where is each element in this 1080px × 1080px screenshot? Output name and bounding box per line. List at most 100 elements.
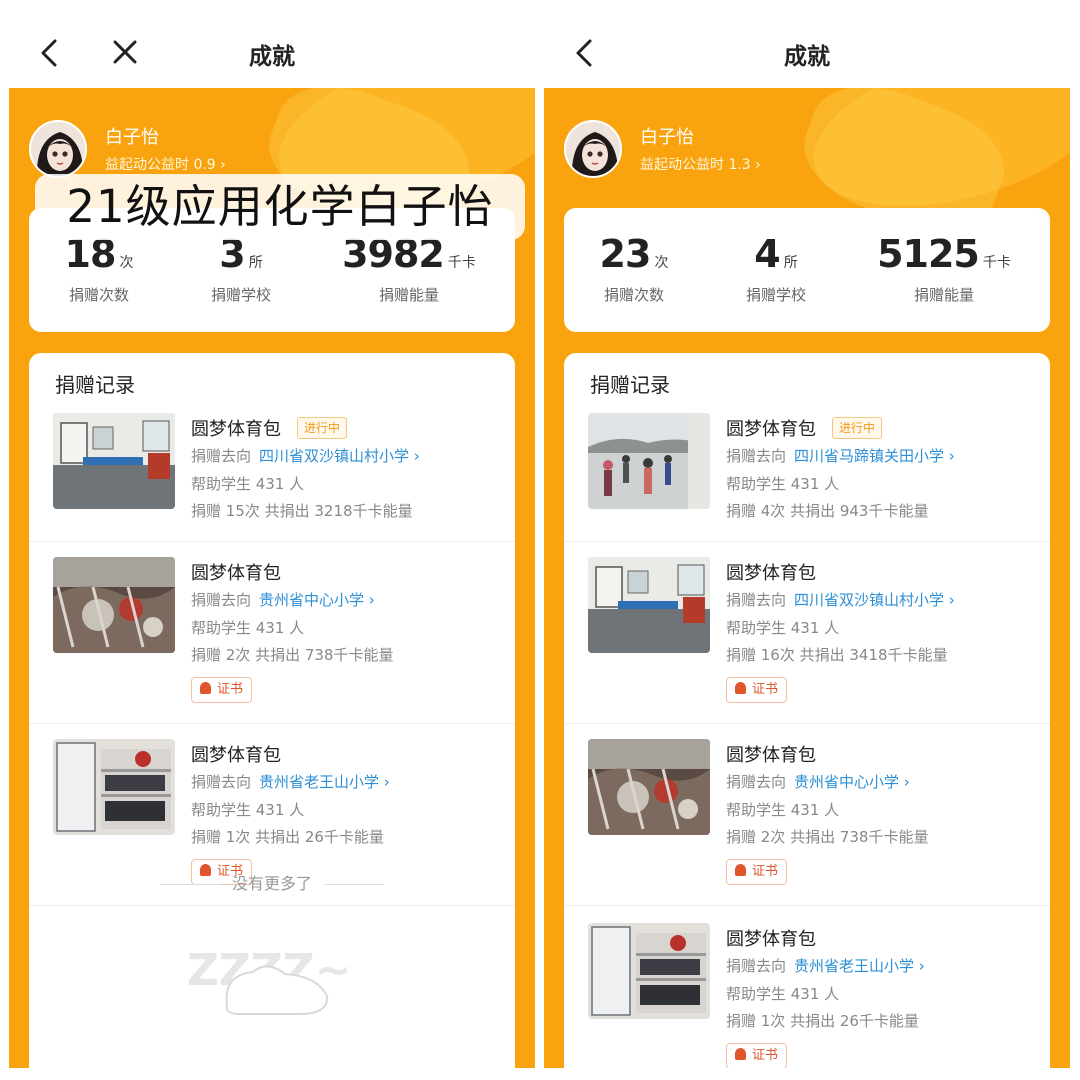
record-destination: 捐赠去向 贵州省老王山小学 › xyxy=(191,771,390,792)
destination-label: 捐赠去向 xyxy=(191,773,252,791)
stat-unit: 次 xyxy=(654,255,669,271)
record-summary: 捐赠 16次 共捐出 3418千卡能量 xyxy=(726,646,948,664)
public-hours-link[interactable]: 益起动公益时 0.9 › xyxy=(105,154,226,174)
right-screen: 成就 白子怡 益起动公益时 1.3 › 23 次 捐赠次数 4 所 捐赠学校 5… xyxy=(544,0,1070,1068)
record-name: 圆梦体育包 xyxy=(726,929,816,950)
record-destination: 捐赠去向 四川省马蹄镇关田小学 › xyxy=(726,445,955,466)
donation-records: 捐赠记录 xyxy=(564,353,1050,1068)
record-photo xyxy=(588,739,710,835)
divider xyxy=(29,905,515,906)
record-summary: 捐赠 1次 共捐出 26千卡能量 xyxy=(191,828,384,846)
certificate-button[interactable]: 证书 xyxy=(726,859,788,885)
record-summary: 捐赠 15次 共捐出 3218千卡能量 xyxy=(191,502,413,520)
school-link[interactable]: 四川省双沙镇山村小学 › xyxy=(794,591,955,609)
record-destination: 捐赠去向 贵州省中心小学 › xyxy=(191,589,375,610)
record-help: 帮助学生 431 人 xyxy=(191,801,305,819)
nav-bar: 成就 xyxy=(9,0,535,88)
destination-label: 捐赠去向 xyxy=(191,447,252,465)
destination-label: 捐赠去向 xyxy=(726,447,787,465)
divider xyxy=(564,541,1050,542)
record-summary: 捐赠 2次 共捐出 738千卡能量 xyxy=(191,646,394,664)
orange-header: 白子怡 益起动公益时 0.9 › 18 次 捐赠次数 3所 捐赠学校 3982 千卡… xyxy=(9,88,535,1068)
destination-label: 捐赠去向 xyxy=(191,591,252,609)
record-help: 帮助学生 431 人 xyxy=(726,985,840,1003)
user-name: 白子怡 xyxy=(105,127,159,148)
record-help: 帮助学生 431 人 xyxy=(191,619,305,637)
stat-unit: 千卡 xyxy=(447,255,476,271)
record-summary: 捐赠 1次 共捐出 26千卡能量 xyxy=(726,1012,919,1030)
avatar[interactable] xyxy=(29,120,87,178)
record-photo xyxy=(53,557,175,653)
school-link[interactable]: 贵州省老王山小学 › xyxy=(259,773,390,791)
certificate-label: 证书 xyxy=(752,682,779,697)
certificate-button[interactable]: 证书 xyxy=(191,677,253,703)
divider xyxy=(564,723,1050,724)
no-more-text: 没有更多了 xyxy=(231,874,312,893)
stat-donations: 18 次 捐赠次数 xyxy=(19,232,179,305)
record-photo xyxy=(588,413,710,509)
stat-label: 捐赠学校 xyxy=(745,286,806,304)
record-summary: 捐赠 4次 共捐出 943千卡能量 xyxy=(726,502,929,520)
ribbon-icon xyxy=(200,682,211,694)
status-badge: 进行中 xyxy=(832,417,883,439)
record-help: 帮助学生 431 人 xyxy=(726,801,840,819)
stat-value: 4 xyxy=(754,232,780,276)
public-hours-link[interactable]: 益起动公益时 1.3 › xyxy=(640,154,761,174)
status-badge: 进行中 xyxy=(297,417,348,439)
stat-unit: 次 xyxy=(119,255,134,271)
record-photo xyxy=(53,413,175,509)
stat-value: 23 xyxy=(599,232,652,276)
stat-donations: 23 次 捐赠次数 xyxy=(554,232,714,305)
sleeping-illustration: ZZZZ~ xyxy=(187,945,351,1015)
stat-label: 捐赠学校 xyxy=(210,286,271,304)
record-photo xyxy=(53,739,175,835)
divider xyxy=(29,723,515,724)
school-link[interactable]: 贵州省老王山小学 › xyxy=(794,957,925,975)
no-more-indicator: 没有更多了 xyxy=(9,870,535,894)
nav-bar: 成就 xyxy=(544,0,1070,88)
certificate-label: 证书 xyxy=(217,682,244,697)
record-destination: 捐赠去向 贵州省中心小学 › xyxy=(726,771,910,792)
school-link[interactable]: 贵州省中心小学 › xyxy=(259,591,375,609)
page-title: 成就 xyxy=(784,44,830,70)
record-name: 圆梦体育包 xyxy=(726,745,816,766)
certificate-label: 证书 xyxy=(752,1048,779,1063)
divider xyxy=(564,905,1050,906)
destination-label: 捐赠去向 xyxy=(726,957,787,975)
destination-label: 捐赠去向 xyxy=(726,591,787,609)
stat-schools: 3所 捐赠学校 xyxy=(161,232,321,305)
record-photo xyxy=(588,557,710,653)
page-title: 成就 xyxy=(249,44,295,70)
stat-label: 捐赠次数 xyxy=(603,286,664,304)
certificate-label: 证书 xyxy=(752,864,779,879)
record-help: 帮助学生 431 人 xyxy=(726,619,840,637)
record-destination: 捐赠去向 四川省双沙镇山村小学 › xyxy=(726,589,955,610)
record-destination: 捐赠去向 贵州省老王山小学 › xyxy=(726,955,925,976)
stat-schools: 4所 捐赠学校 xyxy=(696,232,856,305)
divider xyxy=(29,541,515,542)
records-title: 捐赠记录 xyxy=(55,373,135,397)
stat-unit: 所 xyxy=(248,255,263,271)
stat-energy: 3982 千卡 捐赠能量 xyxy=(329,232,489,305)
user-name: 白子怡 xyxy=(640,127,694,148)
ribbon-icon xyxy=(735,1048,746,1060)
stat-label: 捐赠能量 xyxy=(378,286,439,304)
stat-value: 5125 xyxy=(877,232,980,276)
record-photo xyxy=(588,923,710,1019)
left-screen: 成就 白子怡 益起动公益时 0.9 › 18 次 捐赠次数 3 所 捐赠学校 3… xyxy=(9,0,535,1068)
school-link[interactable]: 四川省马蹄镇关田小学 › xyxy=(794,447,955,465)
record-name: 圆梦体育包 xyxy=(726,563,816,584)
ribbon-icon xyxy=(735,682,746,694)
canvas: 成就 白子怡 益起动公益时 0.9 › 18 次 捐赠次数 3 所 捐赠学校 3… xyxy=(0,0,1080,1080)
stat-unit: 千卡 xyxy=(982,255,1011,271)
orange-header: 白子怡 益起动公益时 1.3 › 23 次 捐赠次数 4所 捐赠学校 5125 千卡… xyxy=(544,88,1070,1068)
record-destination: 捐赠去向 四川省双沙镇山村小学 › xyxy=(191,445,420,466)
avatar[interactable] xyxy=(564,120,622,178)
certificate-button[interactable]: 证书 xyxy=(726,677,788,703)
certificate-button[interactable]: 证书 xyxy=(726,1043,788,1068)
stat-unit: 所 xyxy=(783,255,798,271)
ribbon-icon xyxy=(735,864,746,876)
school-link[interactable]: 贵州省中心小学 › xyxy=(794,773,910,791)
stat-energy: 5125 千卡 捐赠能量 xyxy=(864,232,1024,305)
school-link[interactable]: 四川省双沙镇山村小学 › xyxy=(259,447,420,465)
